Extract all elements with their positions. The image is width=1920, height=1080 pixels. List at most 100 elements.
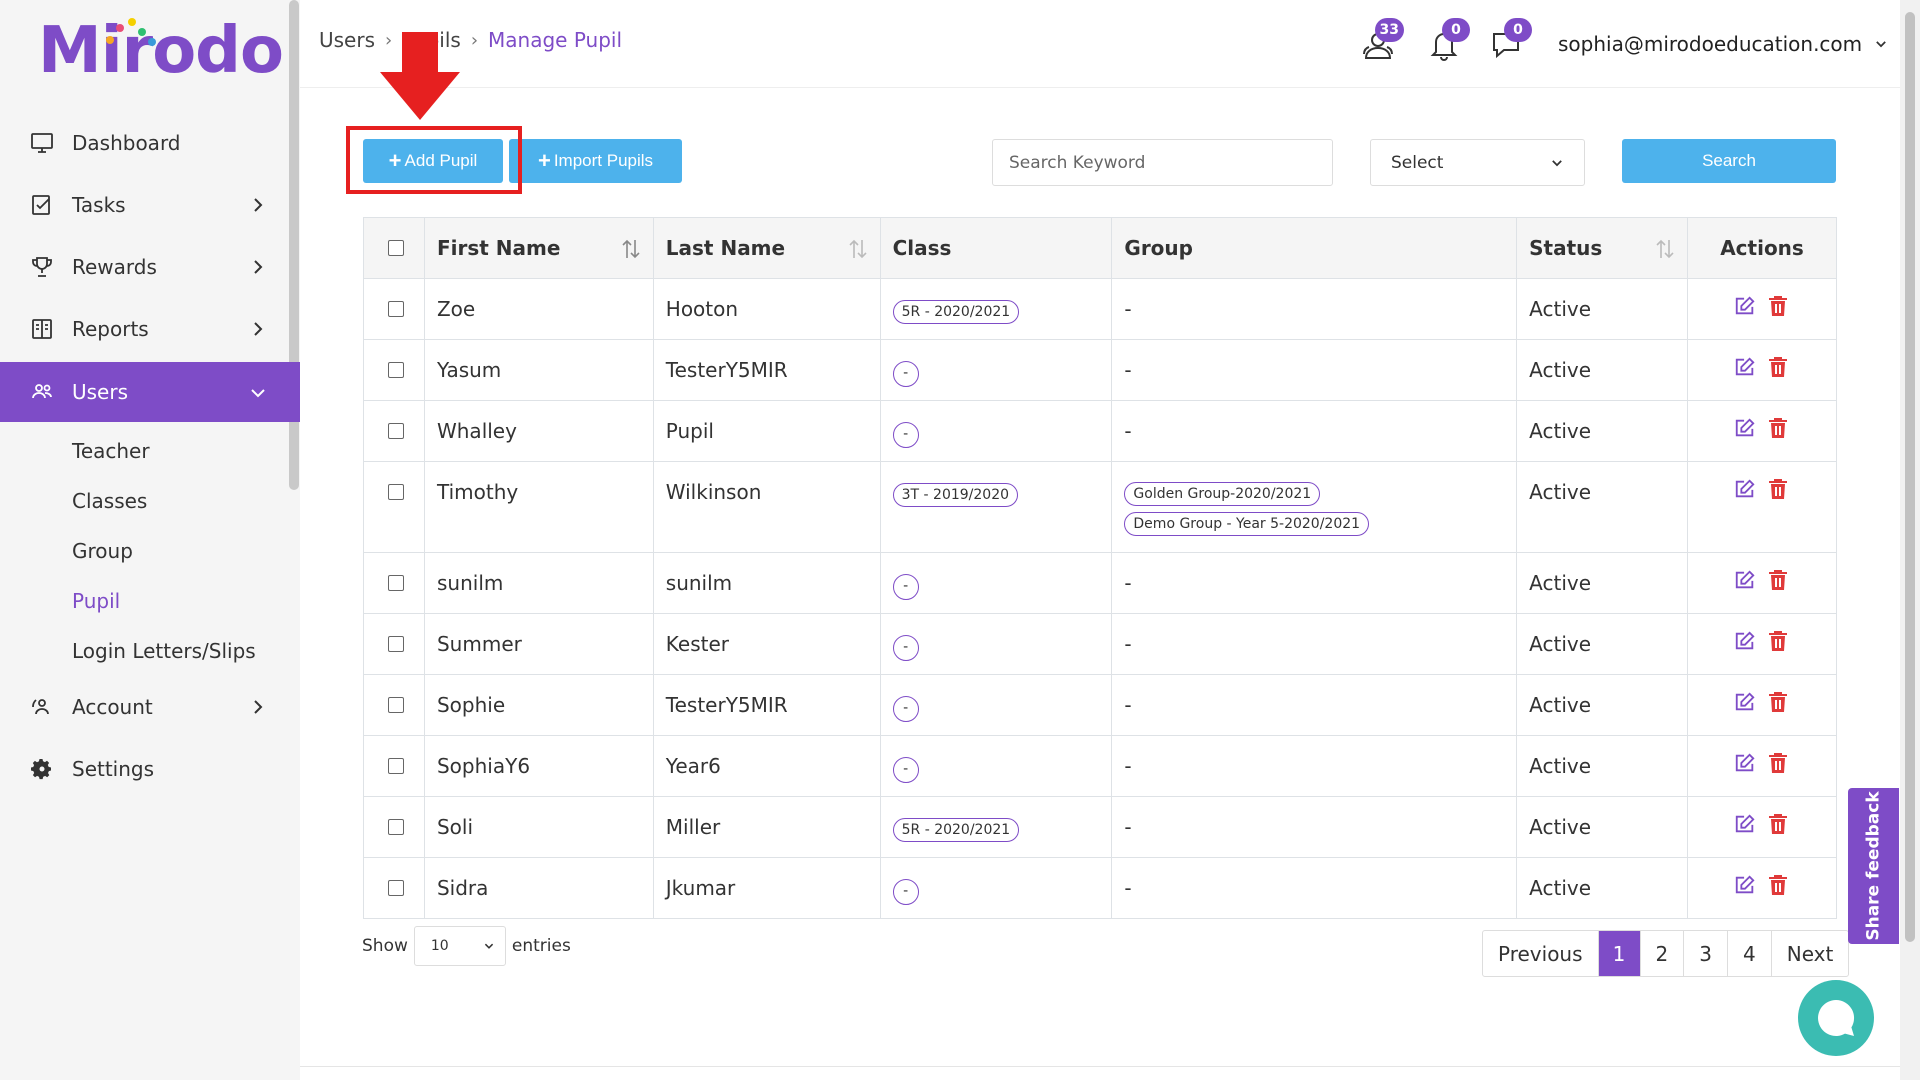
edit-icon[interactable] (1734, 874, 1756, 901)
row-checkbox-cell (363, 857, 425, 919)
sidebar-item-reports[interactable]: Reports (0, 298, 300, 360)
table-row: SophiaY6 Year6 - - Active (363, 735, 1837, 797)
sidebar-sub-teacher[interactable]: Teacher (0, 426, 300, 476)
header-class: Class (879, 217, 1113, 279)
sidebar-sub-classes[interactable]: Classes (0, 476, 300, 526)
header-last-name[interactable]: Last Name (652, 217, 881, 279)
row-checkbox[interactable] (388, 362, 404, 378)
edit-icon[interactable] (1734, 295, 1756, 322)
trash-icon[interactable] (1768, 874, 1788, 901)
group-empty: - (1124, 815, 1132, 839)
edit-icon[interactable] (1734, 752, 1756, 779)
cell-first-name: Summer (423, 613, 654, 675)
cell-group: - (1111, 339, 1518, 401)
sidebar-item-rewards[interactable]: Rewards (0, 236, 300, 298)
row-checkbox[interactable] (388, 819, 404, 835)
mirodo-logo[interactable]: Mirodo (38, 14, 284, 94)
trash-icon[interactable] (1768, 630, 1788, 657)
table-header-row: First Name Last Name Class Group Status … (363, 217, 1837, 279)
trash-icon[interactable] (1768, 813, 1788, 840)
row-checkbox[interactable] (388, 575, 404, 591)
cell-group: - (1111, 857, 1518, 919)
table-row: Sidra Jkumar - - Active (363, 857, 1837, 919)
group-empty: - (1124, 419, 1132, 443)
edit-icon[interactable] (1734, 691, 1756, 718)
import-pupils-button[interactable]: + Import Pupils (509, 139, 682, 183)
header-label: First Name (436, 236, 561, 260)
row-checkbox[interactable] (388, 301, 404, 317)
pupils-count-button[interactable]: 33 (1358, 18, 1404, 64)
search-button[interactable]: Search (1622, 139, 1836, 183)
row-checkbox[interactable] (388, 880, 404, 896)
pagination-page-4[interactable]: 4 (1728, 931, 1772, 976)
class-pill: 5R - 2020/2021 (892, 300, 1020, 324)
cell-last-name: Miller (652, 796, 881, 858)
pagination-next[interactable]: Next (1772, 931, 1849, 976)
notifications-button[interactable]: 0 (1424, 18, 1470, 64)
row-checkbox[interactable] (388, 758, 404, 774)
select-all-checkbox[interactable] (388, 239, 404, 256)
show-label: Show (362, 936, 408, 956)
pagination-previous[interactable]: Previous (1483, 931, 1599, 976)
sidebar-item-tasks[interactable]: Tasks (0, 174, 300, 236)
sidebar-item-dashboard[interactable]: Dashboard (0, 112, 300, 174)
row-checkbox[interactable] (388, 697, 404, 713)
filter-select[interactable]: Select (1370, 139, 1585, 186)
sidebar-item-settings[interactable]: Settings (0, 738, 300, 800)
row-checkbox[interactable] (388, 484, 404, 500)
trash-icon[interactable] (1768, 478, 1788, 505)
edit-icon[interactable] (1734, 630, 1756, 657)
share-feedback-tab[interactable]: Share feedback (1848, 788, 1899, 944)
row-checkbox[interactable] (388, 636, 404, 652)
cell-group: - (1111, 735, 1518, 797)
chat-launcher-button[interactable] (1798, 980, 1874, 1056)
table-row: Soli Miller 5R - 2020/2021 - Active (363, 796, 1837, 858)
trash-icon[interactable] (1768, 752, 1788, 779)
cell-actions (1687, 735, 1837, 797)
cell-group: - (1111, 552, 1518, 614)
trash-icon[interactable] (1768, 569, 1788, 596)
pagination-page-1[interactable]: 1 (1598, 931, 1641, 976)
page-scrollbar[interactable] (1900, 0, 1920, 1080)
page-scrollbar-thumb[interactable] (1905, 12, 1915, 942)
sidebar: Mirodo Dashboard Tasks Rewards Reports U… (0, 0, 300, 1080)
sidebar-sub-group[interactable]: Group (0, 526, 300, 576)
sidebar-sub-login-letters[interactable]: Login Letters/Slips (0, 626, 300, 676)
trash-icon[interactable] (1768, 295, 1788, 322)
select-all-cell (363, 217, 425, 279)
breadcrumb-users[interactable]: Users (319, 28, 375, 52)
pagination-page-3[interactable]: 3 (1684, 931, 1728, 976)
header-status[interactable]: Status (1516, 217, 1689, 279)
sidebar-sub-pupil[interactable]: Pupil (0, 576, 300, 626)
edit-icon[interactable] (1734, 569, 1756, 596)
sidebar-item-label: Users (72, 380, 129, 404)
trash-icon[interactable] (1768, 691, 1788, 718)
search-keyword-input[interactable] (992, 139, 1333, 186)
trash-icon[interactable] (1768, 356, 1788, 383)
top-header: Users › Pupils › Manage Pupil 33 0 0 sop… (300, 0, 1900, 88)
trophy-icon (30, 255, 54, 279)
header-label: Status (1529, 236, 1603, 260)
edit-icon[interactable] (1734, 417, 1756, 444)
row-checkbox-cell (363, 552, 425, 614)
entries-select[interactable]: 10 (413, 926, 506, 966)
header-label: Last Name (665, 236, 786, 260)
entries-label: entries (511, 936, 571, 956)
cell-group: - (1111, 796, 1518, 858)
cell-first-name: Sidra (423, 857, 654, 919)
sidebar-item-account[interactable]: Account (0, 676, 300, 738)
edit-icon[interactable] (1734, 813, 1756, 840)
edit-icon[interactable] (1734, 478, 1756, 505)
cell-last-name: TesterY5MIR (652, 339, 881, 401)
messages-button[interactable]: 0 (1486, 18, 1532, 64)
sidebar-item-users[interactable]: Users (0, 362, 300, 422)
row-checkbox[interactable] (388, 423, 404, 439)
user-menu[interactable]: sophia@mirodoeducation.com (1558, 32, 1888, 56)
header-first-name[interactable]: First Name (423, 217, 654, 279)
row-actions (1700, 630, 1824, 657)
pagination-page-2[interactable]: 2 (1641, 931, 1685, 976)
edit-icon[interactable] (1734, 356, 1756, 383)
trash-icon[interactable] (1768, 417, 1788, 444)
group-pill: Demo Group - Year 5-2020/2021 (1124, 512, 1370, 536)
chat-bubble-icon (1818, 999, 1855, 1036)
